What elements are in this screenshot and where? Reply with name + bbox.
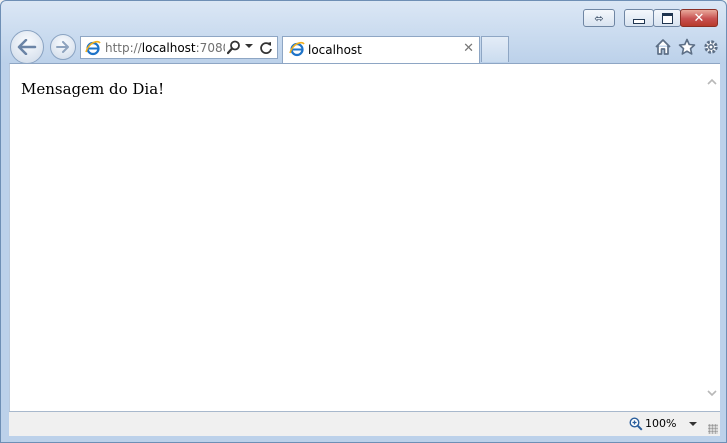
status-bar: 100% [9, 411, 720, 436]
ie-icon [289, 41, 305, 57]
tab-label: localhost [308, 43, 362, 57]
tab-localhost[interactable]: localhost ✕ [282, 36, 480, 63]
refresh-icon[interactable] [259, 40, 273, 55]
resize-grip[interactable] [708, 424, 718, 434]
gear-icon[interactable] [702, 38, 720, 56]
address-bar[interactable]: http://localhost:7080/c [80, 36, 278, 59]
close-window-button[interactable]: ✕ [680, 9, 718, 27]
close-window-icon: ✕ [693, 10, 705, 26]
star-icon[interactable] [678, 38, 696, 56]
compatibility-view-button[interactable]: ⬄ [583, 9, 615, 27]
close-icon[interactable]: ✕ [463, 41, 474, 56]
ie-icon [85, 40, 101, 56]
back-button[interactable] [10, 30, 44, 64]
search-icon[interactable] [227, 40, 241, 55]
address-dropdown-icon[interactable] [245, 44, 253, 48]
chevron-up-icon[interactable] [707, 78, 717, 85]
maximize-button[interactable] [653, 9, 681, 27]
url-text[interactable]: http://localhost:7080/c [105, 41, 225, 55]
url-prefix: http:// [105, 41, 142, 55]
page-viewport[interactable]: Mensagem do Dia! [9, 63, 720, 411]
maximize-icon [661, 12, 673, 24]
page-content-text: Mensagem do Dia! [21, 80, 165, 98]
zoom-level[interactable]: 100% [645, 417, 676, 430]
zoom-dropdown-icon[interactable] [689, 422, 697, 426]
new-tab-button[interactable] [481, 36, 509, 62]
forward-arrow-icon [56, 41, 69, 53]
vertical-scrollbar[interactable] [703, 64, 720, 411]
home-icon[interactable] [654, 38, 672, 56]
compatibility-icon: ⬄ [594, 11, 604, 25]
forward-button[interactable] [50, 34, 76, 60]
url-rest: :7080/c [195, 41, 225, 55]
minimize-icon [633, 18, 645, 24]
chevron-down-icon[interactable] [707, 390, 717, 397]
url-host: localhost [141, 41, 196, 55]
zoom-icon[interactable] [629, 417, 643, 431]
minimize-button[interactable] [624, 9, 654, 27]
browser-window: ⬄ ✕ http://localhost:7080/c [0, 0, 727, 443]
back-arrow-icon [17, 39, 37, 55]
